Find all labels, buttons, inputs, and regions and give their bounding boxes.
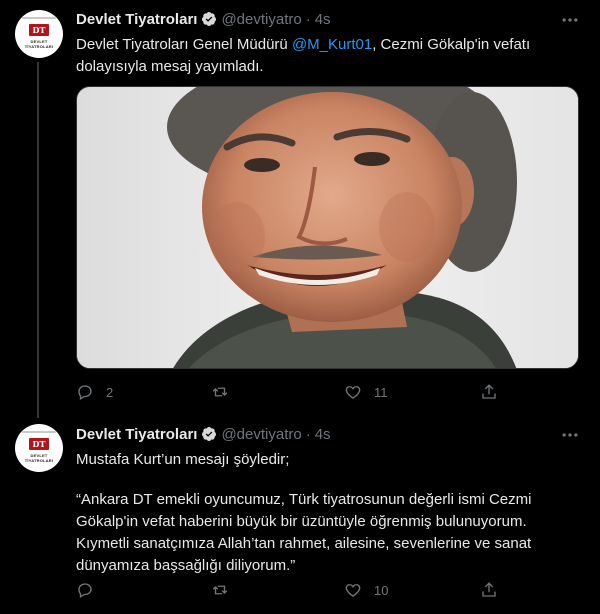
reply-icon: [78, 583, 92, 598]
like-count: 11: [374, 384, 388, 400]
author-handle[interactable]: @devtiyatro: [221, 426, 301, 443]
author-handle[interactable]: @devtiyatro: [221, 11, 301, 28]
avatar[interactable]: DT DEVLET TİYATROLARI: [15, 424, 63, 472]
tweet-image[interactable]: [76, 86, 579, 369]
retweet-button[interactable]: [211, 383, 241, 401]
photo-of-smiling-man: [77, 87, 578, 368]
tweet-text: Devlet Tiyatroları Genel Müdürü @M_Kurt0…: [76, 34, 581, 78]
heart-icon: [345, 386, 361, 399]
tweet-actions: 2 11: [76, 383, 506, 403]
avatar-caption: TİYATROLARI: [24, 458, 54, 463]
more-options-icon[interactable]: [560, 10, 580, 30]
avatar-header-line: [22, 17, 56, 19]
retweet-icon: [212, 387, 228, 397]
tweet-header: Devlet Tiyatroları @devtiyatro · 4s: [76, 424, 331, 444]
more-options-icon[interactable]: [560, 425, 580, 445]
like-count: 10: [374, 582, 389, 598]
tweet-header: Devlet Tiyatroları @devtiyatro · 4s: [76, 9, 331, 29]
share-icon: [482, 384, 496, 399]
tweet-text-part: Devlet Tiyatroları Genel Müdürü: [76, 36, 292, 53]
logo-mark: DT: [29, 438, 49, 450]
like-button[interactable]: 11: [344, 383, 388, 401]
tweet-text: “Ankara DT emekli oyuncumuz, Türk tiyatr…: [76, 491, 532, 574]
timestamp[interactable]: 4s: [315, 11, 331, 28]
reply-button[interactable]: 2: [76, 383, 113, 401]
tweet-actions: 10: [76, 581, 506, 601]
logo-mark-text: DT: [32, 25, 46, 35]
avatar-caption: TİYATROLARI: [24, 44, 54, 49]
retweet-icon: [212, 585, 228, 595]
separator: ·: [305, 10, 311, 28]
share-button[interactable]: [480, 581, 498, 599]
timestamp[interactable]: 4s: [315, 426, 331, 443]
like-button[interactable]: 10: [344, 581, 388, 599]
author-name[interactable]: Devlet Tiyatroları: [76, 426, 197, 443]
tweet[interactable]: DT DEVLET TİYATROLARI Devlet Tiyatroları…: [0, 420, 600, 614]
share-icon: [482, 582, 496, 597]
author-name[interactable]: Devlet Tiyatroları: [76, 11, 197, 28]
verified-badge-icon: [202, 12, 217, 26]
logo-mark-text: DT: [32, 439, 46, 449]
reply-button[interactable]: [76, 581, 106, 599]
thread-line: [37, 62, 39, 418]
reply-count: 2: [106, 384, 114, 400]
reply-icon: [78, 385, 92, 400]
mention-link[interactable]: @M_Kurt01: [292, 36, 372, 53]
heart-icon: [345, 584, 361, 597]
avatar[interactable]: DT DEVLET TİYATROLARI: [15, 10, 63, 58]
tweet-text: Mustafa Kurt’un mesajı şöyledir;: [76, 451, 290, 468]
avatar-header-line: [22, 431, 56, 433]
share-button[interactable]: [480, 383, 498, 401]
separator: ·: [305, 425, 311, 443]
verified-badge-icon: [202, 427, 217, 441]
tweet[interactable]: DT DEVLET TİYATROLARI Devlet Tiyatroları…: [0, 0, 600, 420]
retweet-button[interactable]: [211, 581, 241, 599]
logo-mark: DT: [29, 24, 49, 36]
